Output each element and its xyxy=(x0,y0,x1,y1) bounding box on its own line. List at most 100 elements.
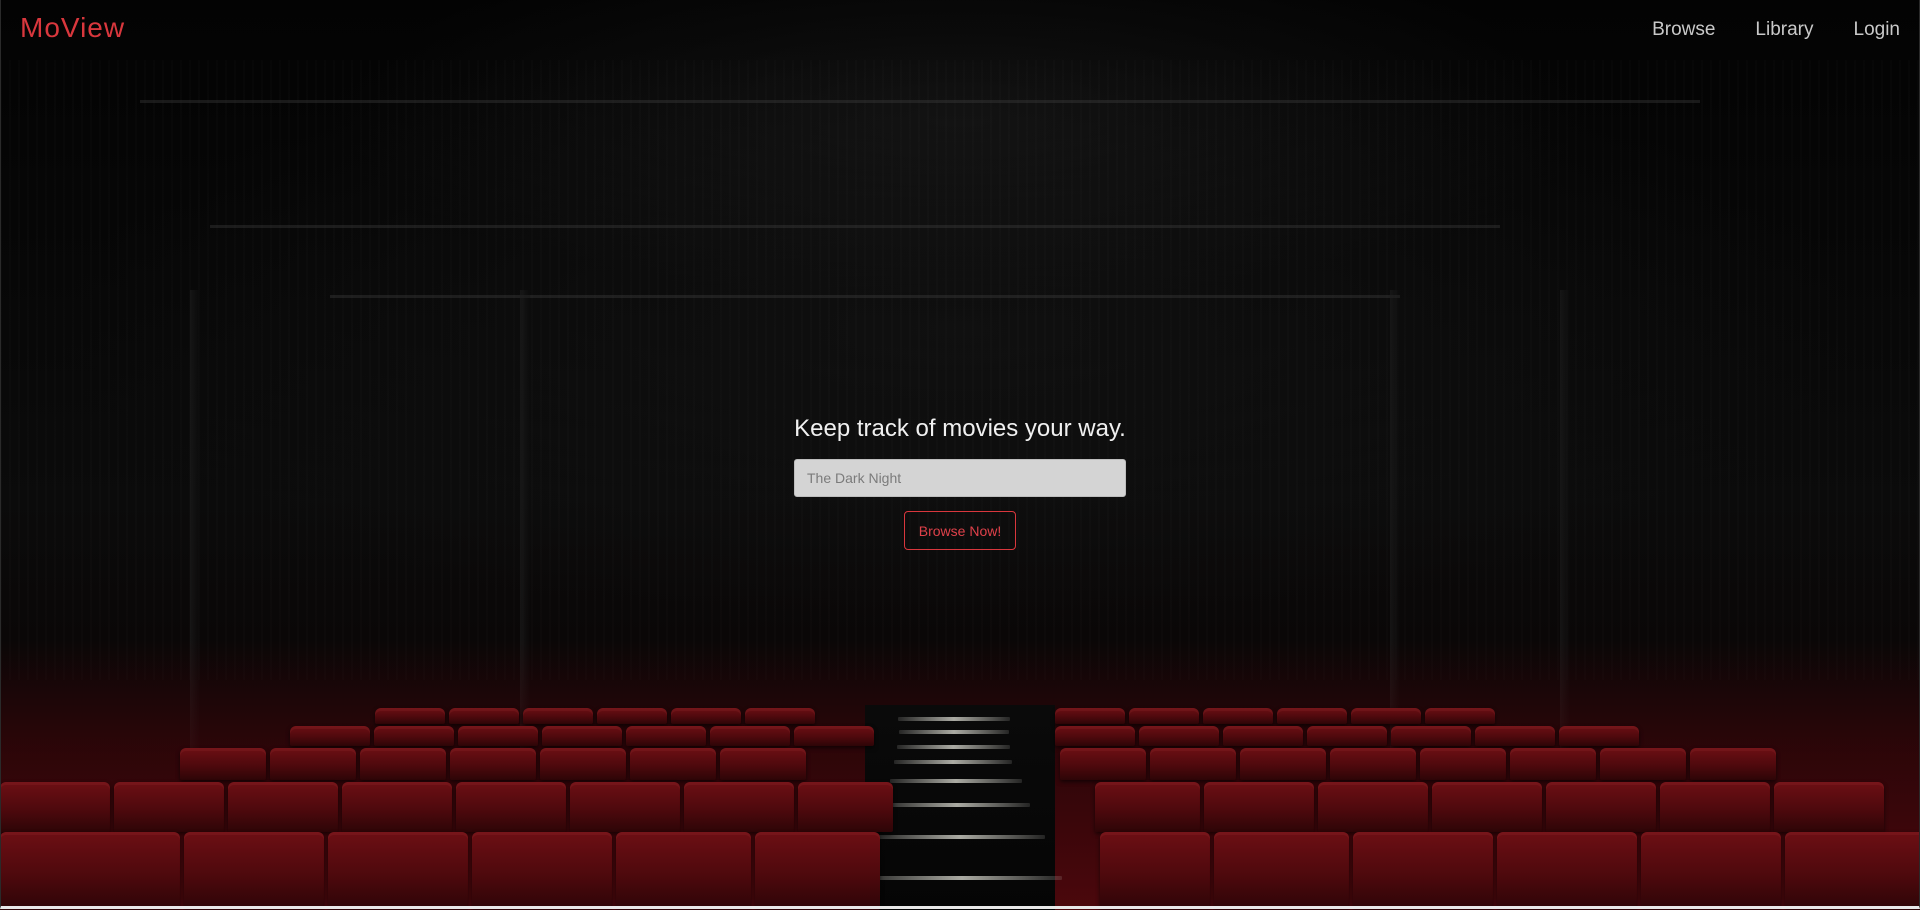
seat xyxy=(1510,748,1596,780)
seat-row xyxy=(180,748,806,780)
seat xyxy=(616,832,751,910)
seat xyxy=(1330,748,1416,780)
seat xyxy=(630,748,716,780)
seat xyxy=(374,726,454,746)
seat xyxy=(1391,726,1471,746)
seat xyxy=(1095,782,1200,832)
seat xyxy=(1785,832,1920,910)
seat xyxy=(1060,748,1146,780)
seat xyxy=(1318,782,1428,832)
seat xyxy=(0,832,180,910)
seat xyxy=(1353,832,1493,910)
seat xyxy=(1600,748,1686,780)
page: MoView Browse Library Login Keep track o… xyxy=(0,0,1920,910)
seat xyxy=(794,726,874,746)
seat xyxy=(1351,708,1421,724)
seat xyxy=(270,748,356,780)
seat xyxy=(1129,708,1199,724)
seat xyxy=(180,748,266,780)
seat-row xyxy=(1055,708,1495,724)
seat xyxy=(1204,782,1314,832)
seat-row xyxy=(1100,832,1920,910)
seat xyxy=(745,708,815,724)
seat-row xyxy=(0,832,880,910)
seat xyxy=(458,726,538,746)
seat xyxy=(328,832,468,910)
seat xyxy=(1139,726,1219,746)
hero-title: Keep track of movies your way. xyxy=(794,415,1126,442)
seat xyxy=(1055,726,1135,746)
aisle-step xyxy=(894,760,1012,764)
seat-row xyxy=(1060,748,1776,780)
seat xyxy=(1214,832,1349,910)
seat xyxy=(720,748,806,780)
seat xyxy=(342,782,452,832)
seat xyxy=(1546,782,1656,832)
seat xyxy=(1660,782,1770,832)
aisle-step xyxy=(897,745,1010,749)
seat xyxy=(1641,832,1781,910)
seat-row xyxy=(1095,782,1884,832)
seat xyxy=(570,782,680,832)
ceiling-light-strip xyxy=(210,225,1500,228)
seat xyxy=(449,708,519,724)
movie-search-input[interactable] xyxy=(794,459,1126,497)
seat xyxy=(626,726,706,746)
seat xyxy=(450,748,536,780)
seat xyxy=(671,708,741,724)
seat xyxy=(540,748,626,780)
aisle-step xyxy=(899,730,1009,734)
seat xyxy=(1690,748,1776,780)
seat xyxy=(1475,726,1555,746)
ceiling-light-strip xyxy=(330,295,1400,298)
seat xyxy=(375,708,445,724)
aisle-step xyxy=(898,717,1010,721)
seat xyxy=(523,708,593,724)
wall-texture xyxy=(0,60,1920,680)
seat xyxy=(1277,708,1347,724)
main-nav: Browse Library Login xyxy=(1652,19,1900,41)
seat xyxy=(597,708,667,724)
seat xyxy=(755,832,880,910)
logo[interactable]: MoView xyxy=(20,12,125,44)
ceiling-light-strip xyxy=(140,100,1700,103)
seat xyxy=(0,782,110,832)
seat xyxy=(1559,726,1639,746)
browse-now-button[interactable]: Browse Now! xyxy=(903,511,1017,550)
seat xyxy=(1425,708,1495,724)
seat xyxy=(290,726,370,746)
seat xyxy=(1432,782,1542,832)
seat xyxy=(360,748,446,780)
aisle-step xyxy=(890,779,1022,783)
seat xyxy=(1055,708,1125,724)
seat-row xyxy=(290,726,874,746)
seat-row xyxy=(0,782,893,832)
seat-row xyxy=(1055,726,1639,746)
seat xyxy=(456,782,566,832)
seat xyxy=(228,782,338,832)
seat xyxy=(1240,748,1326,780)
seat xyxy=(1100,832,1210,910)
top-navbar: MoView Browse Library Login xyxy=(0,0,1920,60)
nav-login-link[interactable]: Login xyxy=(1854,19,1901,41)
hero-section: Keep track of movies your way. Browse No… xyxy=(794,415,1126,550)
seat xyxy=(472,832,612,910)
seat xyxy=(1223,726,1303,746)
seat xyxy=(1497,832,1637,910)
seat xyxy=(114,782,224,832)
aisle-step xyxy=(875,835,1045,839)
seat xyxy=(1203,708,1273,724)
seat-row xyxy=(375,708,815,724)
seat xyxy=(798,782,893,832)
nav-library-link[interactable]: Library xyxy=(1755,19,1813,41)
seat xyxy=(1307,726,1387,746)
seat xyxy=(710,726,790,746)
seat xyxy=(1150,748,1236,780)
nav-browse-link[interactable]: Browse xyxy=(1652,19,1715,41)
seat xyxy=(684,782,794,832)
seat xyxy=(542,726,622,746)
seat xyxy=(184,832,324,910)
seat xyxy=(1774,782,1884,832)
aisle-step xyxy=(884,803,1030,807)
aisle-step xyxy=(862,876,1062,880)
